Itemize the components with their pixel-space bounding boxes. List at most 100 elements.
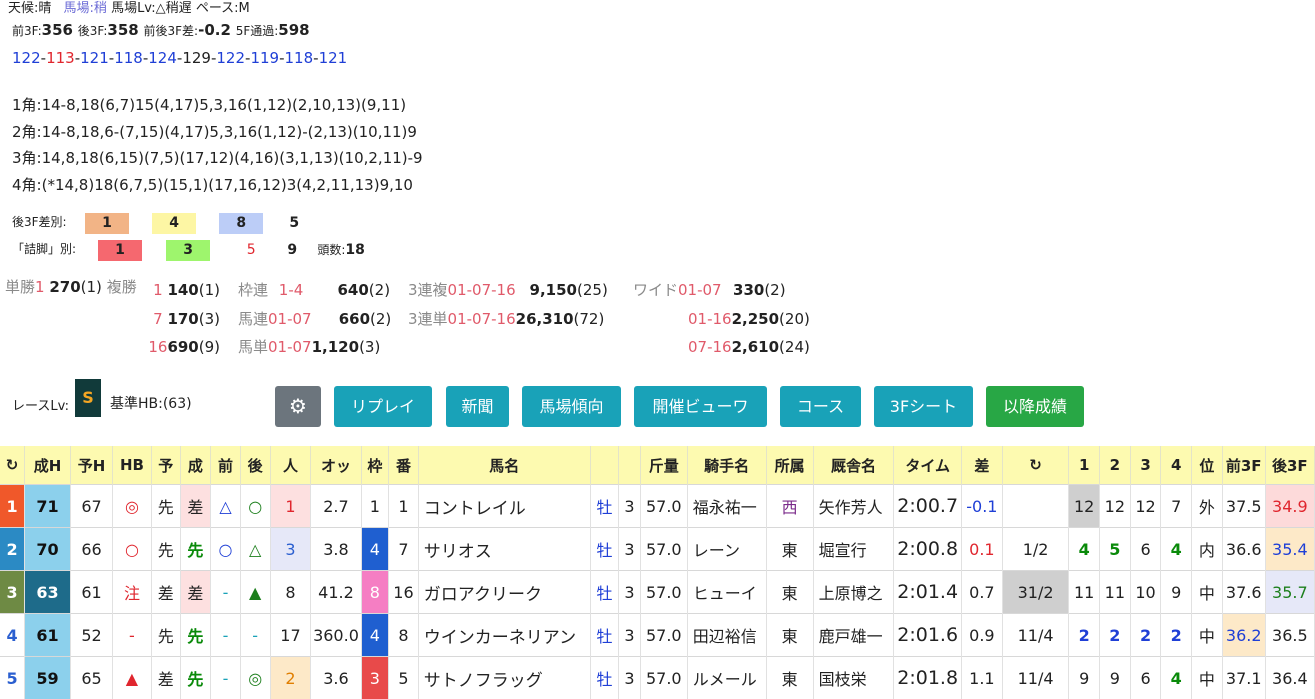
results-table: ↻ 成H 予H HB 予 成 前 後 人 オッ 枠 番 馬名 斤量 騎手名 所属… (0, 446, 1315, 699)
corner4-cell: 9 (1161, 571, 1192, 614)
col-waku[interactable]: 枠 (361, 446, 389, 485)
position-cell: 外 (1192, 485, 1223, 528)
chakusa-cell: 1/2 (1002, 528, 1068, 571)
corner3-cell: 6 (1130, 528, 1161, 571)
horse-name[interactable]: サリオス (418, 528, 590, 571)
col-trainer[interactable]: 厩舎名 (813, 446, 894, 485)
table-row[interactable]: 46152-先先--17360.048ウインカーネリアン牡357.0田辺裕信東鹿… (0, 614, 1315, 657)
jockey-name[interactable]: レーン (687, 528, 766, 571)
corner4-cell: 4 (1161, 657, 1192, 699)
col-c1[interactable]: 1 (1069, 446, 1100, 485)
col-num[interactable]: 番 (389, 446, 419, 485)
track-trend-button[interactable]: 馬場傾向 (522, 386, 621, 427)
col-jockey[interactable]: 騎手名 (687, 446, 766, 485)
wakuren-umaren-umatan: 枠連 1-4640(2) 馬連01-07660(2) 馬単01-071,120(… (238, 276, 391, 362)
front3f-cell: 36.2 (1222, 614, 1265, 657)
margin-cell: -0.1 (961, 485, 1002, 528)
hb-mark: ◎ (113, 485, 152, 528)
refresh-icon[interactable]: ↻ (1002, 446, 1068, 485)
col-hb[interactable]: HB (113, 446, 152, 485)
course-button[interactable]: コース (780, 386, 861, 427)
position-cell: 内 (1192, 528, 1223, 571)
after3f-label: 後3F差別: (12, 213, 67, 230)
split-summary: 前3F:356 後3F:358 前後3F差:-0.2 5F通過:598 (12, 21, 310, 39)
col-sei[interactable]: 成 (180, 446, 211, 485)
trainer-name[interactable]: 鹿戸雄一 (813, 614, 894, 657)
col-aff[interactable]: 所属 (766, 446, 813, 485)
col-pop[interactable]: 人 (270, 446, 311, 485)
col-odds[interactable]: オッ (311, 446, 361, 485)
hb-mark: ▲ (113, 657, 152, 699)
later-results-button[interactable]: 以降成績 (986, 386, 1084, 427)
col-ato[interactable]: 後 (240, 446, 270, 485)
col-c3[interactable]: 3 (1130, 446, 1161, 485)
odds-cell: 2.7 (311, 485, 361, 528)
horse-name[interactable]: ウインカーネリアン (418, 614, 590, 657)
horse-name[interactable]: コントレイル (418, 485, 590, 528)
table-header-row: ↻ 成H 予H HB 予 成 前 後 人 オッ 枠 番 馬名 斤量 騎手名 所属… (0, 446, 1315, 485)
sheet3f-button[interactable]: 3Fシート (874, 386, 973, 427)
jockey-name[interactable]: ルメール (687, 657, 766, 699)
col-kin[interactable]: 斤量 (640, 446, 687, 485)
table-row[interactable]: 27066○先先○△33.847サリオス牡357.0レーン東堀宣行2:00.80… (0, 528, 1315, 571)
corner3-cell: 12 (1130, 485, 1161, 528)
affiliation: 東 (766, 614, 813, 657)
col-sex (590, 446, 619, 485)
rank-cell: 5 (0, 657, 25, 699)
col-name[interactable]: 馬名 (418, 446, 590, 485)
chakusa-cell: 31/2 (1002, 571, 1068, 614)
trainer-name[interactable]: 矢作芳人 (813, 485, 894, 528)
replay-button[interactable]: リプレイ (334, 386, 432, 427)
horse-name[interactable]: ガロアクリーク (418, 571, 590, 614)
back3f-cell: 35.4 (1265, 528, 1314, 571)
settings-button[interactable]: ⚙ (275, 386, 321, 427)
viewer-button[interactable]: 開催ビューワ (634, 386, 767, 427)
table-row[interactable]: 36361注差差-▲841.2816ガロアクリーク牡357.0ヒューイ東上原博之… (0, 571, 1315, 614)
odds-cell: 3.6 (311, 657, 361, 699)
trainer-name[interactable]: 堀宣行 (813, 528, 894, 571)
sh-cell: 71 (25, 485, 71, 528)
sei-cell: 先 (180, 657, 211, 699)
col-c2[interactable]: 2 (1100, 446, 1131, 485)
trainer-name[interactable]: 上原博之 (813, 571, 894, 614)
race-lv-label: レースLv: (12, 395, 69, 414)
sex-cell: 牡 (590, 528, 619, 571)
col-mae[interactable]: 前 (211, 446, 241, 485)
ato-mark: ◎ (240, 657, 270, 699)
col-time[interactable]: タイム (894, 446, 962, 485)
col-yo[interactable]: 予 (151, 446, 180, 485)
jockey-name[interactable]: 田辺裕信 (687, 614, 766, 657)
trainer-name[interactable]: 国枝栄 (813, 657, 894, 699)
corner1-cell: 9 (1069, 657, 1100, 699)
base-hb: 基準HB:(63) (110, 393, 192, 413)
margin-cell: 0.9 (961, 614, 1002, 657)
col-diff[interactable]: 差 (961, 446, 1002, 485)
front3f-cell: 37.1 (1222, 657, 1265, 699)
back3f-cell: 36.5 (1265, 614, 1314, 657)
track-condition: 馬場:稍 (64, 1, 107, 16)
sh-cell: 70 (25, 528, 71, 571)
yh-cell: 61 (71, 571, 113, 614)
table-row[interactable]: 17167◎先差△○12.711コントレイル牡357.0福永祐一西矢作芳人2:0… (0, 485, 1315, 528)
jockey-name[interactable]: ヒューイ (687, 571, 766, 614)
col-b3[interactable]: 後3F (1265, 446, 1314, 485)
front3f-cell: 37.5 (1222, 485, 1265, 528)
col-yh[interactable]: 予H (71, 446, 113, 485)
col-pos[interactable]: 位 (1192, 446, 1223, 485)
corner2-cell: 12 (1100, 485, 1131, 528)
mae-mark: △ (211, 485, 241, 528)
col-f3[interactable]: 前3F (1222, 446, 1265, 485)
table-row[interactable]: 55965▲差先-◎23.635サトノフラッグ牡357.0ルメール東国枝栄2:0… (0, 657, 1315, 699)
jockey-name[interactable]: 福永祐一 (687, 485, 766, 528)
pace: ペース:M (196, 1, 250, 16)
horse-number: 1 (389, 485, 419, 528)
sex-cell: 牡 (590, 571, 619, 614)
col-sh[interactable]: 成H (25, 446, 71, 485)
col-c4[interactable]: 4 (1161, 446, 1192, 485)
horse-name[interactable]: サトノフラッグ (418, 657, 590, 699)
sanren: 3連複01-07-169,150(25) 3連単01-07-1626,310(7… (408, 276, 608, 333)
news-button[interactable]: 新聞 (446, 386, 509, 427)
sort-reset-icon[interactable]: ↻ (0, 446, 25, 485)
mae-mark: ○ (211, 528, 241, 571)
sei-cell: 差 (180, 485, 211, 528)
